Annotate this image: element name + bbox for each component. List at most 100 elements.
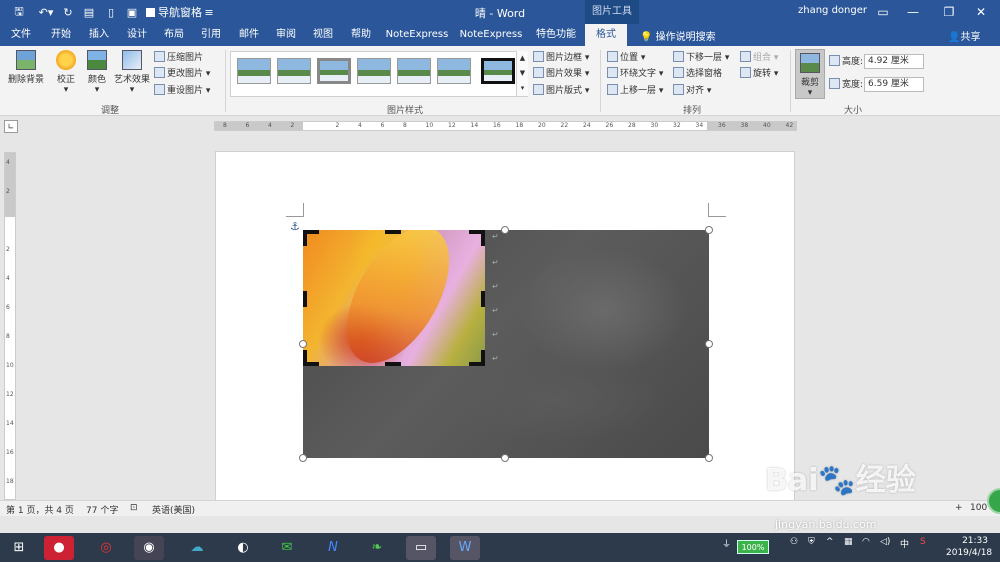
tab-view[interactable]: 视图 [306,24,340,46]
minimize-icon[interactable]: — [898,2,928,22]
resize-handle[interactable] [705,226,713,234]
file-explorer-icon[interactable]: ▭ [406,536,436,560]
tab-noteexpress-2[interactable]: NoteExpress [458,24,524,46]
tab-review[interactable]: 审阅 [269,24,303,46]
word-taskbar-icon[interactable]: W [450,536,480,560]
horizontal-ruler[interactable]: 8 6 4 2 2 4 6 8 10 12 14 16 18 20 22 24 26 28 30 32 34 36 38 40… [214,121,797,131]
picture-layout-button[interactable]: 图片版式 ▾ [533,83,589,99]
tab-design[interactable]: 设计 [120,24,154,46]
resize-handle[interactable] [299,454,307,462]
crop-handle[interactable] [303,350,307,366]
resize-handle[interactable] [299,340,307,348]
anchor-icon[interactable]: ⚓ [290,220,300,233]
show-hidden-icon[interactable]: ^ [826,537,834,547]
group-button[interactable]: 组合 ▾ [740,50,778,66]
tab-references[interactable]: 引用 [194,24,228,46]
resize-handle[interactable] [705,454,713,462]
artistic-effects-button[interactable]: 艺术效果 ▾ [112,50,152,95]
change-picture-button[interactable]: 更改图片 ▾ [154,66,210,82]
crop-button[interactable]: 裁剪 ▾ [795,49,825,99]
noteexpress-icon[interactable]: N [318,536,348,560]
gallery-more[interactable]: ▾ [516,81,528,96]
user-name[interactable]: zhang donger [798,5,867,16]
align-button[interactable]: 对齐 ▾ [673,83,711,99]
style-thumbnail[interactable] [317,58,351,84]
ime-indicator[interactable]: 中 [900,537,909,550]
corrections-button[interactable]: 校正 ▾ [52,50,80,95]
width-input[interactable]: 6.59 厘米 [864,77,924,92]
page-count[interactable]: 第 1 页，共 4 页 [6,503,74,516]
selection-pane-button[interactable]: 选择窗格 [673,66,722,82]
height-input[interactable]: 4.92 厘米 [864,54,924,69]
tab-selector-icon[interactable]: ∟ [4,120,18,133]
wechat-icon[interactable]: ✉ [272,536,302,560]
gallery-scroll-up[interactable]: ▲ [516,51,528,66]
style-thumbnail[interactable] [357,58,391,84]
proofing-icon[interactable]: ⊡ [130,503,138,513]
wifi-icon[interactable]: ◠ [862,537,870,547]
tab-home[interactable]: 开始 [44,24,78,46]
vertical-ruler[interactable]: 4 2 2 4 6 8 10 12 14 16 18 [4,152,16,500]
position-button[interactable]: 位置 ▾ [607,50,645,66]
send-backward-button[interactable]: 下移一层 ▾ [673,50,729,66]
crop-handle[interactable] [385,362,401,366]
color-button[interactable]: 颜色 ▾ [84,50,110,95]
tab-insert[interactable]: 插入 [82,24,116,46]
crop-handle[interactable] [303,230,307,246]
tab-help[interactable]: 帮助 [344,24,378,46]
browser-icon[interactable]: ◉ [134,536,164,560]
style-thumbnail[interactable] [481,58,515,84]
resize-handle[interactable] [705,340,713,348]
crop-handle[interactable] [481,291,485,307]
tab-file[interactable]: 文件 [4,24,38,46]
app-icon[interactable]: ● [44,536,74,560]
tab-noteexpress-1[interactable]: NoteExpress [384,24,450,46]
crop-handle[interactable] [385,230,401,234]
volume-icon[interactable]: ◁) [880,537,890,547]
tab-mailings[interactable]: 邮件 [232,24,266,46]
windows-start-icon[interactable]: ⊞ [4,536,34,560]
style-thumbnail[interactable] [237,58,271,84]
style-thumbnail[interactable] [437,58,471,84]
battery-plug-icon[interactable]: ⏚ [722,537,731,550]
style-thumbnail[interactable] [397,58,431,84]
crop-handle[interactable] [481,230,485,246]
rotate-button[interactable]: 旋转 ▾ [740,66,778,82]
netease-music-icon[interactable]: ◎ [91,536,121,560]
style-thumbnail[interactable] [277,58,311,84]
battery-indicator[interactable]: 100% [737,540,769,554]
crop-handle[interactable] [481,350,485,366]
send-backward-icon [673,51,684,62]
close-icon[interactable]: ✕ [966,2,996,22]
sogou-icon[interactable]: S [920,537,926,547]
language[interactable]: 英语(美国) [152,503,195,516]
crop-handle[interactable] [303,291,307,307]
tab-format[interactable]: 格式 [585,24,627,46]
picture-effects-button[interactable]: 图片效果 ▾ [533,66,589,82]
resize-handle[interactable] [501,454,509,462]
tray-icon[interactable]: ⚇ [790,537,798,547]
maximize-icon[interactable]: ❐ [934,2,964,22]
ruler-tick-label: 4 [6,159,10,166]
picture-border-button[interactable]: 图片边框 ▾ [533,50,589,66]
network-icon[interactable]: ▦ [844,537,853,547]
tell-me-search[interactable]: 💡 操作说明搜索 [640,28,716,43]
reset-picture-button[interactable]: 重设图片 ▾ [154,83,210,99]
share-button[interactable]: 👤共享 [948,28,980,43]
tab-layout[interactable]: 布局 [157,24,191,46]
gallery-scroll-down[interactable]: ▼ [516,66,528,81]
remove-background-button[interactable]: 删除背景 [6,50,46,85]
evernote-icon[interactable]: ❧ [362,536,392,560]
tab-special[interactable]: 特色功能 [532,24,580,46]
bring-forward-button[interactable]: 上移一层 ▾ [607,83,663,99]
cloud-icon[interactable]: ☁ [182,536,212,560]
word-count[interactable]: 77 个字 [86,503,118,516]
shield-icon[interactable]: ⛨ [808,537,815,547]
wrap-text-button[interactable]: 环绕文字 ▾ [607,66,663,82]
clock[interactable]: 21:33 2019/4/18 [946,535,992,559]
compress-pictures-button[interactable]: 压缩图片 [154,50,203,66]
qq-icon[interactable]: ◐ [228,536,258,560]
picture-cropped-region[interactable] [303,230,485,366]
ribbon-display-icon[interactable]: ▭ [868,2,898,22]
resize-handle[interactable] [501,226,509,234]
